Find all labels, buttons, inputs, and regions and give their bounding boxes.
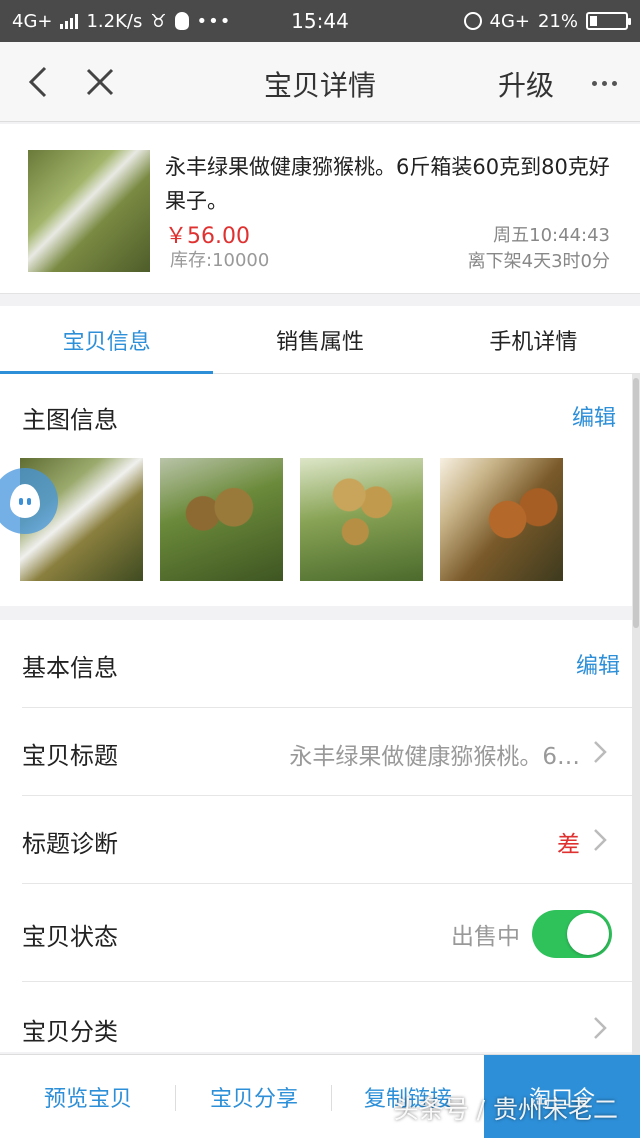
product-listing-time: 周五10:44:43 bbox=[493, 225, 610, 246]
taokouling-button[interactable]: 淘口令 bbox=[484, 1054, 640, 1138]
row-title-diagnosis[interactable]: 标题诊断 差 bbox=[22, 796, 632, 884]
upgrade-button[interactable]: 升级 bbox=[498, 64, 554, 104]
main-image-4[interactable] bbox=[440, 458, 563, 581]
copy-link-button[interactable]: 复制链接 bbox=[332, 1055, 484, 1138]
product-thumbnail bbox=[28, 150, 150, 272]
status-toggle[interactable] bbox=[532, 910, 612, 958]
status-value: 出售中 bbox=[451, 924, 520, 950]
back-arrow-icon[interactable] bbox=[18, 62, 58, 102]
network-speed: 1.2K/s bbox=[86, 10, 143, 32]
chevron-right-icon bbox=[594, 1017, 607, 1039]
row-label: 宝贝标题 bbox=[22, 742, 118, 770]
close-icon[interactable] bbox=[80, 62, 120, 102]
scrollbar[interactable] bbox=[632, 374, 640, 1054]
diagnosis-result: 差 bbox=[557, 832, 580, 858]
main-images-list bbox=[20, 458, 563, 581]
share-item-button[interactable]: 宝贝分享 bbox=[176, 1055, 332, 1138]
battery-percent: 21% bbox=[537, 10, 578, 32]
main-images-header: 主图信息 bbox=[22, 406, 118, 434]
row-label: 宝贝状态 bbox=[22, 923, 118, 951]
status-right: 4G+ 21% bbox=[463, 10, 631, 32]
status-left: 4G+ 1.2K/s ♉ ••• bbox=[12, 11, 231, 32]
main-image-3[interactable] bbox=[300, 458, 423, 581]
chevron-right-icon bbox=[594, 741, 607, 763]
basic-info-edit-button[interactable]: 编辑 bbox=[576, 648, 620, 680]
battery-icon bbox=[586, 12, 631, 30]
preview-item-button[interactable]: 预览宝贝 bbox=[0, 1055, 176, 1138]
row-item-status: 宝贝状态 出售中 bbox=[22, 884, 632, 982]
bottom-action-bar: 预览宝贝 宝贝分享 复制链接 淘口令 bbox=[0, 1054, 640, 1138]
more-dots-icon[interactable] bbox=[584, 68, 624, 98]
bull-icon: ♉ bbox=[150, 10, 167, 32]
main-images-edit-button[interactable]: 编辑 bbox=[572, 400, 616, 432]
tab-mobile-details[interactable]: 手机详情 bbox=[427, 306, 640, 373]
ellipsis-icon: ••• bbox=[196, 10, 232, 32]
row-value: 永丰绿果做健康猕猴桃。6… bbox=[289, 744, 580, 770]
tab-item-info[interactable]: 宝贝信息 bbox=[0, 306, 214, 374]
row-label: 宝贝分类 bbox=[22, 1018, 118, 1046]
tab-bar: 宝贝信息 销售属性 手机详情 bbox=[0, 306, 640, 374]
alarm-icon bbox=[463, 12, 482, 30]
scrollbar-thumb[interactable] bbox=[633, 378, 639, 628]
battery-level bbox=[590, 16, 597, 26]
product-summary-card[interactable]: 永丰绿果做健康猕猴桃。6斤箱装60克到80克好果子。 ￥56.00 库存:100… bbox=[0, 124, 640, 294]
product-stock: 库存:10000 bbox=[170, 250, 270, 271]
chevron-right-icon bbox=[594, 829, 607, 851]
main-images-section: 主图信息 编辑 bbox=[0, 374, 632, 606]
network-type-left: 4G+ bbox=[12, 10, 53, 32]
signal-icon bbox=[60, 13, 79, 29]
network-type-right: 4G+ bbox=[489, 10, 530, 32]
row-item-title[interactable]: 宝贝标题 永丰绿果做健康猕猴桃。6… bbox=[22, 708, 632, 796]
qq-penguin-icon bbox=[174, 12, 189, 30]
product-title: 永丰绿果做健康猕猴桃。6斤箱装60克到80克好果子。 bbox=[165, 155, 610, 213]
status-bar: 4G+ 1.2K/s ♉ ••• 15:44 4G+ 21% bbox=[0, 0, 640, 42]
toggle-knob bbox=[567, 913, 609, 955]
basic-info-header: 基本信息 bbox=[22, 654, 118, 682]
basic-info-header-row: 基本信息 编辑 bbox=[22, 620, 632, 708]
basic-info-section: 基本信息 编辑 宝贝标题 永丰绿果做健康猕猴桃。6… 标题诊断 差 宝贝状态 出… bbox=[0, 620, 632, 1052]
main-image-2[interactable] bbox=[160, 458, 283, 581]
product-off-shelf-countdown: 离下架4天3时0分 bbox=[467, 251, 610, 272]
tab-sales-attributes[interactable]: 销售属性 bbox=[213, 306, 426, 373]
navigation-bar: 宝贝详情 升级 bbox=[0, 42, 640, 122]
row-label: 标题诊断 bbox=[22, 830, 118, 858]
droplet-face-icon bbox=[10, 484, 40, 518]
